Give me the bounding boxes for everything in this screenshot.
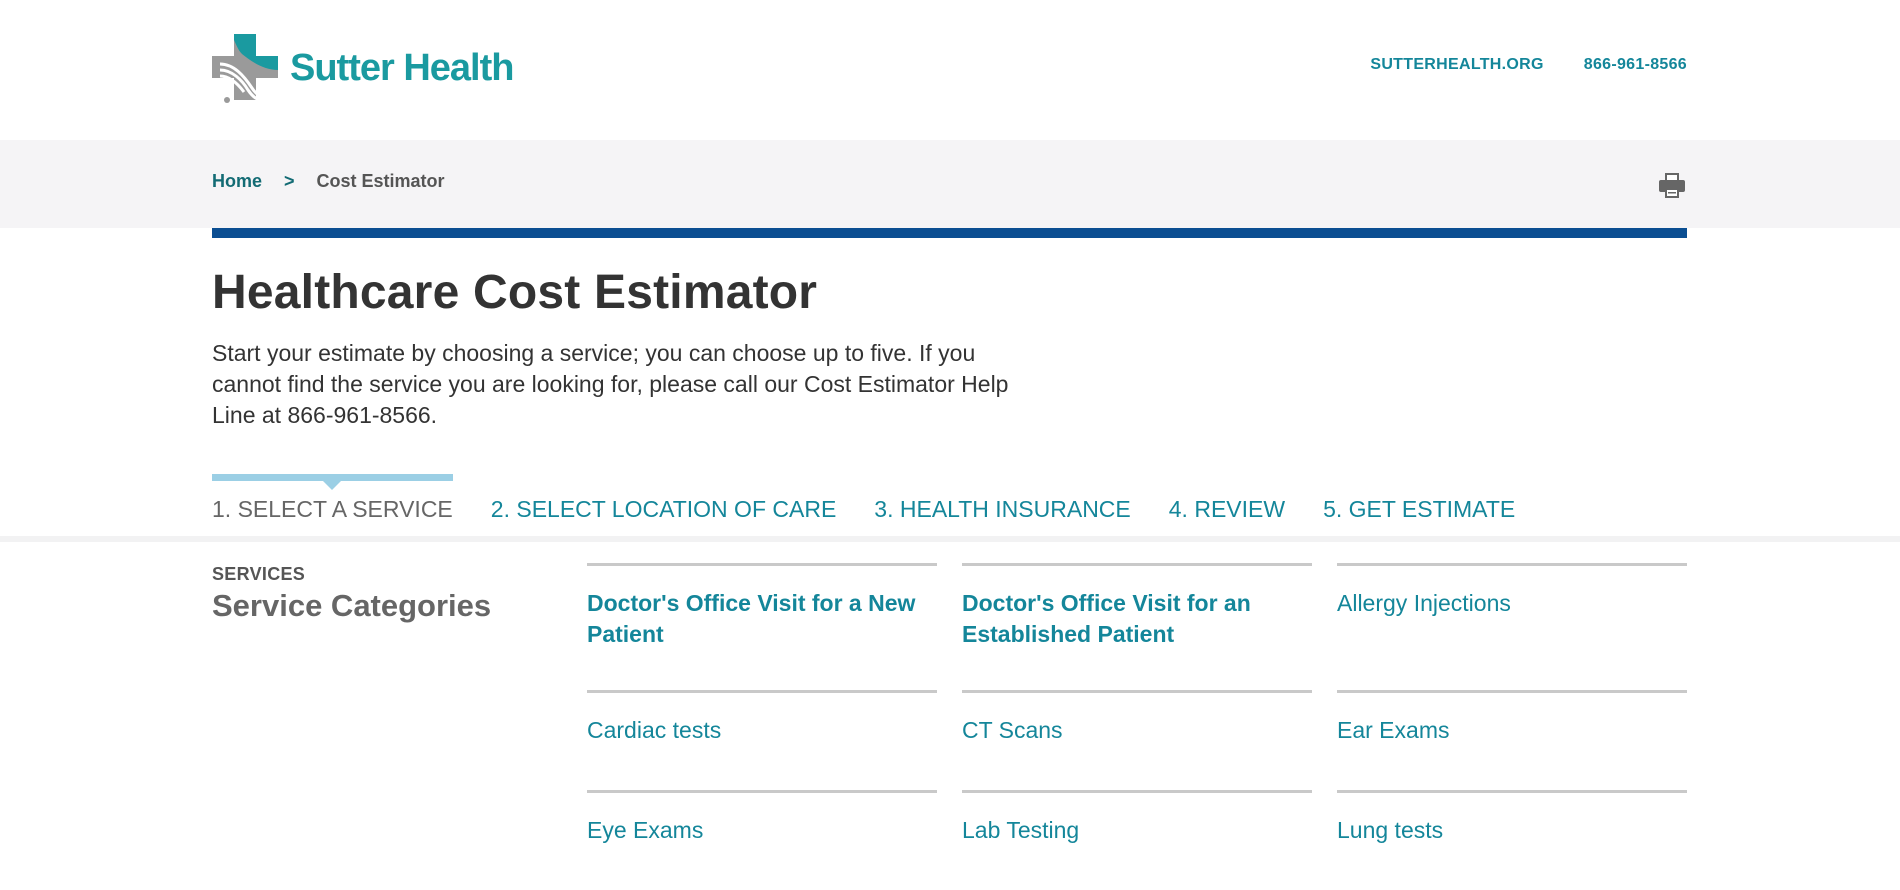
service-item: Ear Exams (1337, 690, 1687, 790)
page-intro: Start your estimate by choosing a servic… (212, 340, 1009, 428)
estimator-steps: 1. SELECT A SERVICE 2. SELECT LOCATION O… (212, 474, 1553, 523)
service-item: Doctor's Office Visit for an Established… (962, 563, 1312, 690)
sutter-health-logo[interactable]: Sutter Health (212, 34, 514, 104)
step-get-estimate[interactable]: 5. GET ESTIMATE (1323, 474, 1515, 523)
service-ear-exams[interactable]: Ear Exams (1337, 715, 1687, 746)
service-ct-scans[interactable]: CT Scans (962, 715, 1312, 746)
service-categories-heading: Service Categories (212, 588, 492, 623)
phone-link[interactable]: 866-961-8566 (1584, 56, 1687, 74)
sutterhealth-org-link[interactable]: SUTTERHEALTH.ORG (1370, 56, 1543, 74)
step-review[interactable]: 4. REVIEW (1169, 474, 1285, 523)
service-established-patient-visit[interactable]: Doctor's Office Visit for an Established… (962, 588, 1312, 650)
service-cardiac-tests[interactable]: Cardiac tests (587, 715, 937, 746)
breadcrumb-bar: Home > Cost Estimator (0, 140, 1900, 228)
service-item: Doctor's Office Visit for a New Patient (587, 563, 937, 690)
service-new-patient-visit[interactable]: Doctor's Office Visit for a New Patient (587, 588, 937, 650)
sutter-cross-icon (212, 34, 278, 104)
step-select-service[interactable]: 1. SELECT A SERVICE (212, 474, 453, 523)
step-select-location[interactable]: 2. SELECT LOCATION OF CARE (491, 474, 837, 523)
breadcrumb-current: Cost Estimator (316, 171, 445, 191)
service-allergy-injections[interactable]: Allergy Injections (1337, 588, 1687, 619)
header-rule (212, 228, 1687, 238)
breadcrumb-home-link[interactable]: Home (212, 171, 262, 192)
service-category-grid: Doctor's Office Visit for a New Patient … (587, 563, 1687, 890)
utility-links: SUTTERHEALTH.ORG 866-961-8566 (1370, 56, 1687, 74)
brand-name: Sutter Health (290, 46, 514, 89)
service-lab-testing[interactable]: Lab Testing (962, 815, 1312, 846)
service-item: Lung tests (1337, 790, 1687, 890)
steps-divider (0, 536, 1900, 542)
service-item: CT Scans (962, 690, 1312, 790)
printer-icon (1659, 173, 1685, 198)
breadcrumb-separator: > (284, 171, 295, 191)
service-lung-tests[interactable]: Lung tests (1337, 815, 1687, 846)
service-item: Eye Exams (587, 790, 937, 890)
services-label: SERVICES (212, 564, 306, 584)
breadcrumb: Home > Cost Estimator (212, 171, 445, 192)
print-button[interactable] (1657, 170, 1687, 200)
step-health-insurance[interactable]: 3. HEALTH INSURANCE (874, 474, 1130, 523)
service-eye-exams[interactable]: Eye Exams (587, 815, 937, 846)
service-item: Lab Testing (962, 790, 1312, 890)
service-item: Cardiac tests (587, 690, 937, 790)
service-item: Allergy Injections (1337, 563, 1687, 690)
site-header: Sutter Health SUTTERHEALTH.ORG 866-961-8… (0, 0, 1900, 140)
page-title: Healthcare Cost Estimator (212, 266, 818, 319)
